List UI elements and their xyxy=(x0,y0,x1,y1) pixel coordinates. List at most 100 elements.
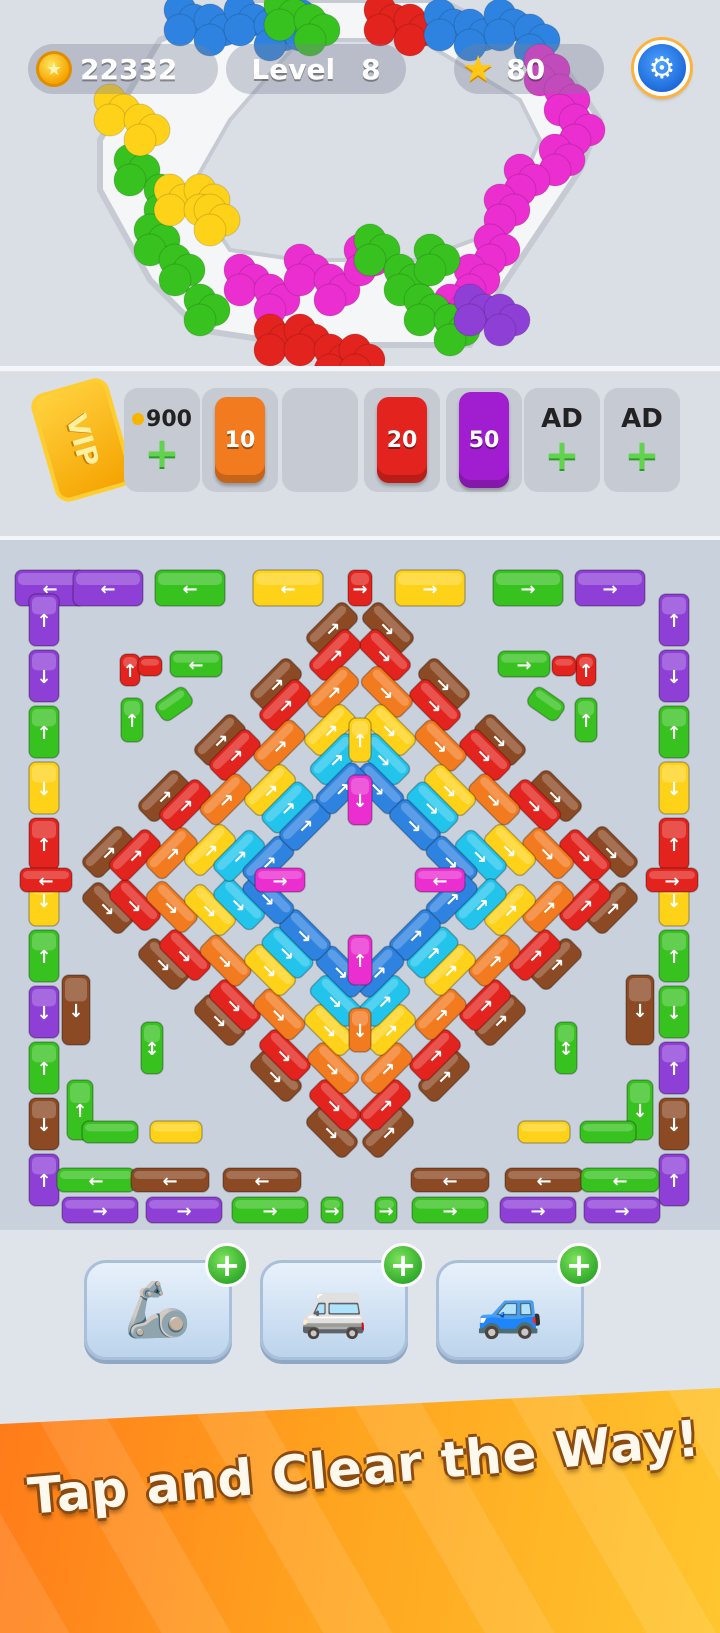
svg-text:→: → xyxy=(378,1201,393,1222)
car: ↓ xyxy=(658,985,690,1039)
svg-text:↓: ↓ xyxy=(632,1101,647,1122)
car xyxy=(551,655,577,677)
car-capacity: 20 xyxy=(386,427,418,453)
car: ← xyxy=(154,569,226,607)
passenger xyxy=(113,163,147,197)
svg-text:→: → xyxy=(664,871,679,892)
car: → xyxy=(574,569,646,607)
svg-text:→: → xyxy=(516,655,531,676)
svg-text:→: → xyxy=(614,1201,629,1222)
svg-text:←: ← xyxy=(38,871,53,892)
passenger xyxy=(403,303,437,337)
car xyxy=(526,686,566,722)
svg-text:↓: ↓ xyxy=(666,891,681,912)
svg-text:→: → xyxy=(442,1201,457,1222)
car: ↓ xyxy=(625,974,655,1046)
car: → xyxy=(254,867,306,893)
svg-text:←: ← xyxy=(188,655,203,676)
buy-slot-button[interactable]: 900 + xyxy=(124,388,200,492)
svg-text:↓: ↓ xyxy=(352,791,367,812)
car: ← xyxy=(19,867,73,893)
car xyxy=(517,1120,571,1144)
paint-car-icon: 🚙 xyxy=(476,1278,544,1341)
star-icon: ★ xyxy=(462,48,495,90)
car: ↓ xyxy=(28,761,60,815)
car: ↑ xyxy=(574,697,598,743)
car xyxy=(149,1120,203,1144)
car-capacity: 10 xyxy=(224,427,256,453)
svg-text:↓: ↓ xyxy=(36,779,51,800)
car: → xyxy=(583,1196,661,1224)
svg-text:↑: ↑ xyxy=(578,711,593,732)
svg-text:↓: ↓ xyxy=(666,779,681,800)
car: ↑ xyxy=(658,817,690,871)
passenger xyxy=(193,213,227,247)
car: ← xyxy=(252,569,324,607)
svg-text:↓: ↓ xyxy=(36,667,51,688)
parked-car-slot[interactable]: 50 xyxy=(446,388,522,492)
svg-text:↕: ↕ xyxy=(558,1039,573,1060)
car: ↓ xyxy=(658,649,690,703)
passenger-crowd-area: ★ 22332 Level 8 ★ 80 ⚙ xyxy=(0,0,720,368)
svg-text:←: ← xyxy=(612,1171,627,1192)
plus-icon: + xyxy=(624,430,660,479)
star-amount: 80 xyxy=(506,52,546,86)
car: ↓ xyxy=(28,985,60,1039)
passenger xyxy=(163,13,197,47)
car: → xyxy=(231,1196,309,1224)
svg-text:↓: ↓ xyxy=(632,1001,647,1022)
ad-slot-button[interactable]: AD + xyxy=(524,388,600,492)
car: ↑ xyxy=(28,929,60,983)
car: ↑ xyxy=(348,717,372,763)
settings-button[interactable]: ⚙ xyxy=(634,40,690,96)
car: ↑ xyxy=(28,705,60,759)
parked-car: 50 xyxy=(459,392,509,488)
car xyxy=(154,686,194,722)
plus-icon[interactable]: + xyxy=(205,1243,249,1287)
plus-icon[interactable]: + xyxy=(557,1243,601,1287)
plus-icon: + xyxy=(144,427,180,477)
car xyxy=(81,1120,139,1144)
parked-car-slot[interactable]: 20 xyxy=(364,388,440,492)
svg-text:→: → xyxy=(262,1201,277,1222)
car: ← xyxy=(169,650,223,678)
parked-car-slot[interactable]: 10 xyxy=(202,388,278,492)
star-counter: ★ 80 xyxy=(454,44,604,94)
van-booster-button[interactable]: 🚐 + xyxy=(260,1243,425,1360)
svg-text:↕: ↕ xyxy=(144,1039,159,1060)
passenger xyxy=(313,283,347,317)
ad-slot-button[interactable]: AD + xyxy=(604,388,680,492)
car: ↑ xyxy=(658,705,690,759)
claw-booster-button[interactable]: 🦾 + xyxy=(84,1243,249,1360)
vip-slot-button[interactable]: VIP xyxy=(28,375,136,505)
plus-icon: + xyxy=(544,430,580,479)
car: ↓ xyxy=(658,1097,690,1151)
car: ↓ xyxy=(347,774,373,826)
svg-text:↓: ↓ xyxy=(36,1115,51,1136)
empty-slot xyxy=(282,388,358,492)
car: ← xyxy=(56,1167,136,1193)
svg-text:↑: ↑ xyxy=(36,723,51,744)
paint-booster-button[interactable]: 🚙 + xyxy=(436,1243,601,1360)
car xyxy=(137,655,163,677)
coin-icon xyxy=(132,413,145,425)
svg-text:↓: ↓ xyxy=(352,1021,367,1042)
svg-text:→: → xyxy=(422,579,437,600)
level-number: 8 xyxy=(361,52,381,86)
car: ↕ xyxy=(140,1021,164,1075)
svg-text:↑: ↑ xyxy=(666,611,681,632)
car: ↑ xyxy=(120,697,144,743)
coin-counter: ★ 22332 xyxy=(28,44,218,94)
svg-text:→: → xyxy=(352,579,367,600)
svg-text:→: → xyxy=(324,1201,339,1222)
car: ← xyxy=(222,1167,302,1193)
coin-icon: ★ xyxy=(36,51,72,87)
car: ↑ xyxy=(658,929,690,983)
svg-text:←: ← xyxy=(100,579,115,600)
svg-text:↑: ↑ xyxy=(36,611,51,632)
svg-text:→: → xyxy=(176,1201,191,1222)
passenger xyxy=(353,243,387,277)
claw-icon: 🦾 xyxy=(124,1278,192,1341)
svg-text:↓: ↓ xyxy=(666,667,681,688)
plus-icon[interactable]: + xyxy=(381,1243,425,1287)
